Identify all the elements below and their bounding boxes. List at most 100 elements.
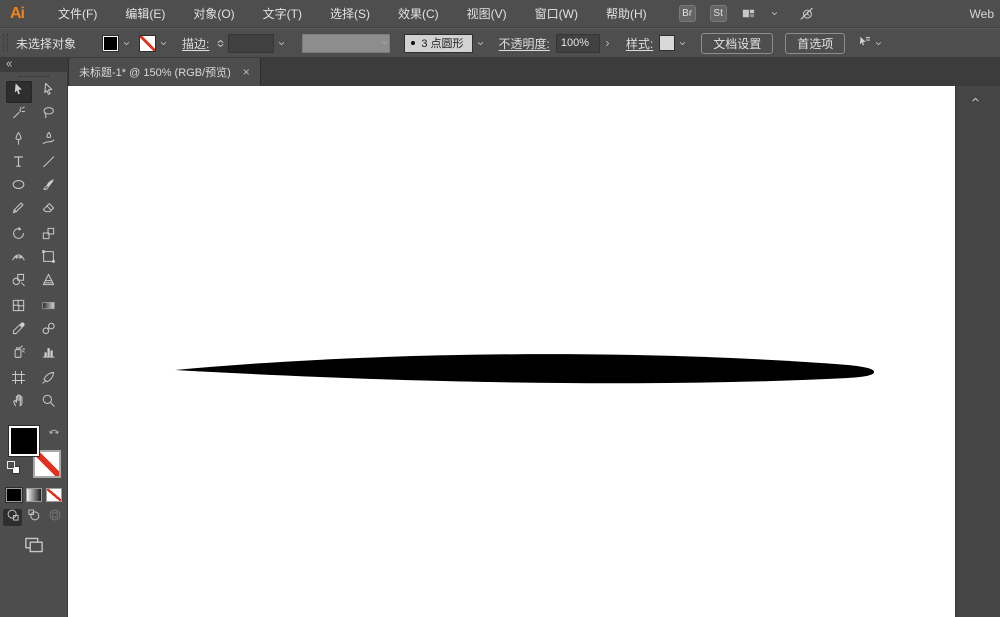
color-button[interactable] [6,488,22,502]
direct-selection-tool-icon [41,82,56,102]
document-tab-bar: 未标题-1* @ 150% (RGB/预览) × [68,58,1000,86]
menu-edit[interactable]: 编辑(E) [111,0,179,28]
menu-file[interactable]: 文件(F) [44,0,111,28]
style-chevron-icon[interactable] [676,39,689,48]
swap-fill-stroke-icon[interactable] [48,424,60,442]
curvature-tool[interactable] [36,130,62,152]
scale-tool[interactable] [36,225,62,247]
perspective-grid-tool[interactable] [36,271,62,293]
menu-items: 文件(F)编辑(E)对象(O)文字(T)选择(S)效果(C)视图(V)窗口(W)… [44,0,661,28]
ellipse-tool-icon [11,177,26,197]
stroke-weight-chevron-icon[interactable] [275,39,288,48]
fill-chevron-icon[interactable] [120,39,133,48]
menu-help[interactable]: 帮助(H) [592,0,661,28]
rotate-tool[interactable] [6,225,32,247]
stroke-weight-stepper[interactable] [215,38,226,49]
menu-view[interactable]: 视图(V) [453,0,521,28]
default-fill-stroke-icon[interactable] [7,461,20,474]
none-diagonal-icon [140,36,155,51]
brush-definition-label: 3 点圆形 [421,35,463,51]
draw-inside-mode [45,509,64,526]
preferences-button[interactable]: 首选项 [785,33,845,54]
magic-wand-tool[interactable] [6,104,32,126]
eraser-tool-icon [41,200,56,220]
lasso-tool[interactable] [36,104,62,126]
artboard-canvas[interactable] [68,86,955,617]
perspective-grid-tool-icon [41,272,56,292]
artwork-ellipse[interactable] [175,354,874,383]
select-similar-chevron-icon[interactable] [872,39,885,48]
selection-tool[interactable] [6,81,32,103]
ellipse-tool[interactable] [6,176,32,198]
opacity-label[interactable]: 不透明度: [499,35,550,52]
screen-mode-icon[interactable] [24,534,44,559]
symbol-sprayer-tool[interactable] [6,343,32,365]
none-button[interactable] [46,488,62,502]
menu-type[interactable]: 文字(T) [249,0,316,28]
line-segment-tool-icon [41,154,56,174]
zoom-tool[interactable] [36,392,62,414]
sync-disabled-icon[interactable] [799,6,814,21]
column-graph-tool[interactable] [36,343,62,365]
hand-tool[interactable] [6,392,32,414]
gradient-tool[interactable] [36,297,62,319]
width-tool[interactable] [6,248,32,270]
stock-icon[interactable]: St [710,5,727,22]
workspace-layout-icon[interactable] [741,6,756,21]
selection-tool-icon [11,82,26,102]
opacity-input[interactable] [556,34,600,53]
ai-logo: Ai [0,0,34,28]
paintbrush-tool[interactable] [36,176,62,198]
direct-selection-tool[interactable] [36,81,62,103]
controlbar-grip[interactable] [3,34,8,52]
gradient-button[interactable] [26,488,42,502]
opacity-panel-chevron-icon[interactable] [601,39,614,48]
scale-tool-icon [41,226,56,246]
bridge-icon[interactable]: Br [679,5,696,22]
pen-tool[interactable] [6,130,32,152]
line-segment-tool[interactable] [36,153,62,175]
tab-close-icon[interactable]: × [243,66,250,78]
pencil-tool[interactable] [6,199,32,221]
stroke-weight-input[interactable] [228,34,274,53]
type-tool[interactable] [6,153,32,175]
menubar-icons: Br St [679,5,814,22]
document-tab[interactable]: 未标题-1* @ 150% (RGB/预览) × [68,58,261,86]
artboard-tool[interactable] [6,369,32,391]
tools-panel-grip[interactable] [0,72,67,81]
pencil-tool-icon [11,200,26,220]
brush-chevron-icon[interactable] [474,39,487,48]
mesh-tool[interactable] [6,297,32,319]
eraser-tool[interactable] [36,199,62,221]
document-setup-button[interactable]: 文档设置 [701,33,773,54]
workspace-switcher[interactable]: Web [970,0,994,28]
chevron-down-icon[interactable] [770,9,779,18]
menu-bar: Ai 文件(F)编辑(E)对象(O)文字(T)选择(S)效果(C)视图(V)窗口… [0,0,1000,28]
tools-panel [0,58,68,617]
style-swatch[interactable] [659,35,675,51]
dock-collapse-chevron-icon[interactable] [970,92,981,110]
style-label[interactable]: 样式: [626,35,653,52]
menu-window[interactable]: 窗口(W) [521,0,592,28]
draw-behind-mode[interactable] [24,509,43,526]
stroke-chevron-icon[interactable] [157,39,170,48]
fill-indicator[interactable] [9,426,39,456]
curvature-tool-icon [41,131,56,151]
fill-color-swatch[interactable] [102,35,119,52]
artwork-layer [68,86,955,617]
shape-builder-tool[interactable] [6,271,32,293]
draw-normal-mode[interactable] [3,509,22,526]
blend-tool[interactable] [36,320,62,342]
mesh-tool-icon [11,298,26,318]
stroke-color-swatch[interactable] [139,35,156,52]
slice-tool[interactable] [36,369,62,391]
selection-status: 未选择对象 [16,35,96,52]
brush-definition-dropdown[interactable]: 3 点圆形 [404,34,472,53]
select-similar-icon[interactable] [857,35,871,52]
eyedropper-tool[interactable] [6,320,32,342]
menu-object[interactable]: 对象(O) [179,0,248,28]
menu-select[interactable]: 选择(S) [316,0,384,28]
free-transform-tool[interactable] [36,248,62,270]
menu-effect[interactable]: 效果(C) [384,0,453,28]
stroke-weight-label[interactable]: 描边: [182,35,209,52]
